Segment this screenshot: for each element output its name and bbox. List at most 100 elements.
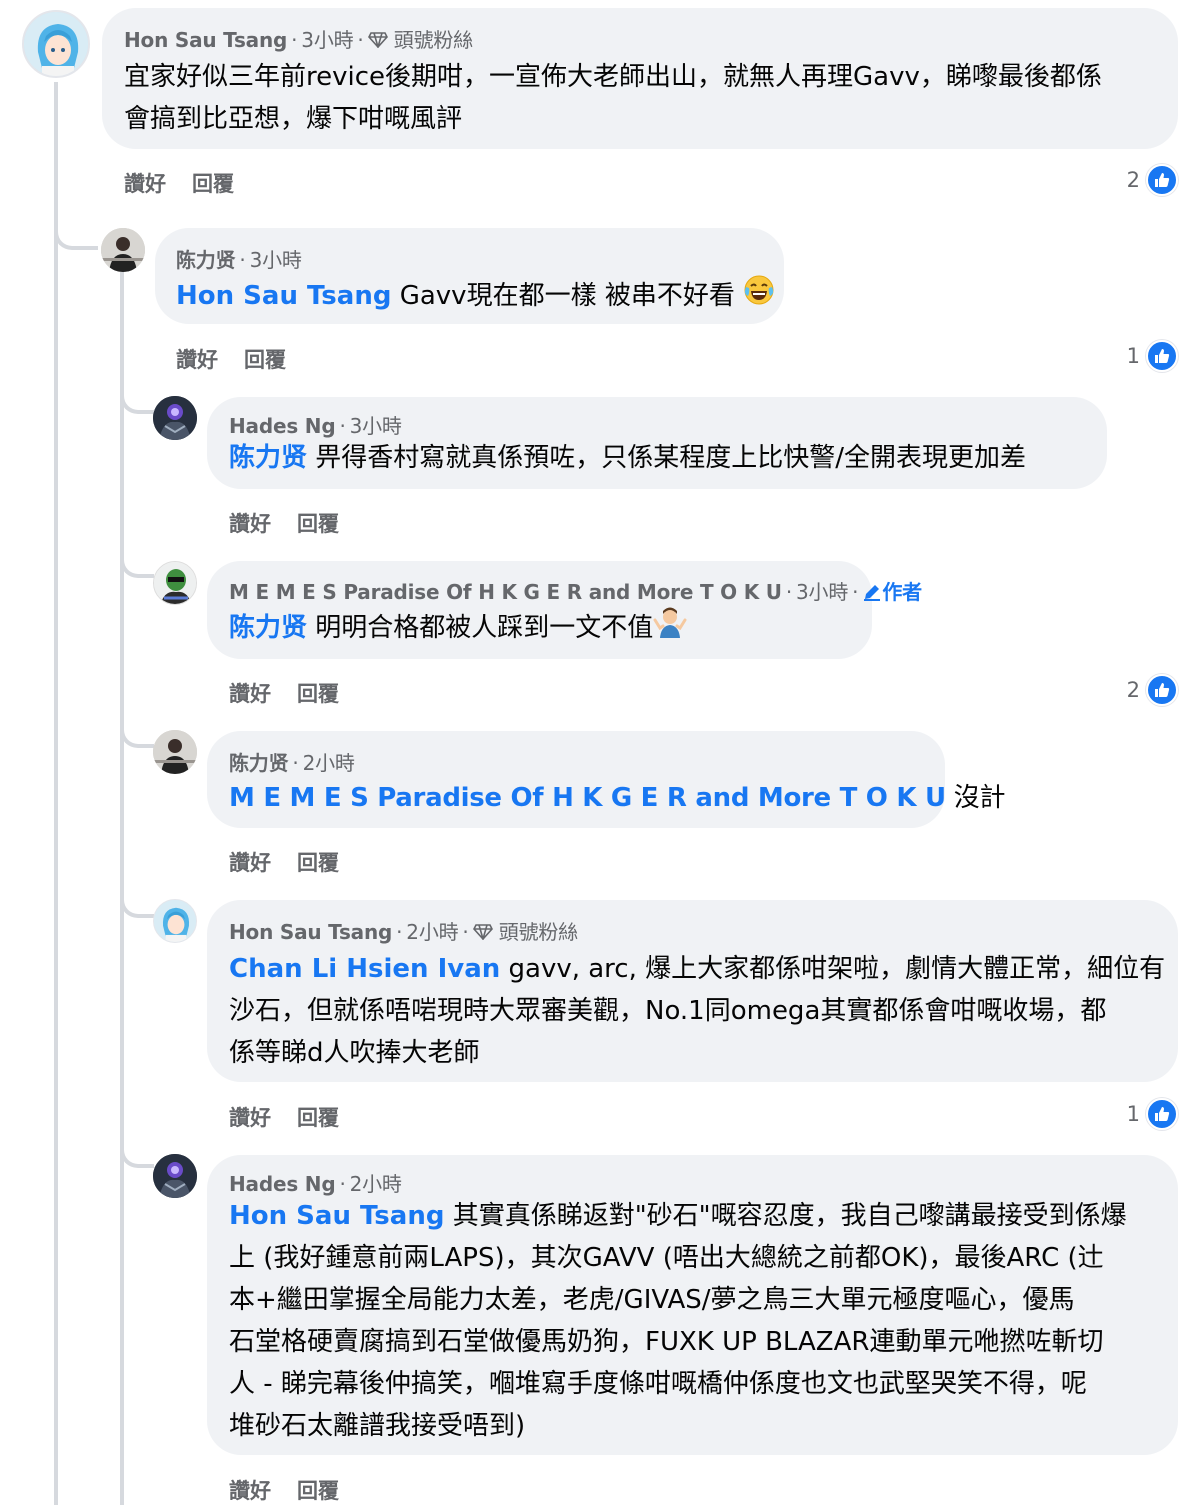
avatar[interactable]	[153, 730, 197, 774]
comment-text: M E M E S Paradise Of H K G E R and More…	[229, 777, 1005, 819]
avatar[interactable]	[22, 10, 90, 78]
reply-button[interactable]: 回覆	[297, 847, 339, 877]
comment-line: 本+繼田掌握全局能力太差，老虎/GIVAS/夢之鳥三大單元極度嘔心，優馬	[229, 1285, 1075, 1315]
reaction-number: 1	[1126, 1102, 1140, 1126]
thread-connector	[120, 896, 154, 918]
comment-text: Hon Sau Tsang Gavv現在都一樣 被串不好看	[176, 274, 775, 319]
avatar[interactable]	[153, 1154, 197, 1198]
comment-text: Hon Sau Tsang 其實真係睇返對"砂石"嘅容忍度，我自己嚟講最接受到係…	[229, 1195, 1174, 1447]
author-name[interactable]: M E M E S Paradise Of H K G E R and More…	[229, 580, 782, 604]
timestamp[interactable]: 3小時	[796, 580, 848, 604]
reply-button[interactable]: 回覆	[297, 508, 339, 538]
author-name[interactable]: Hon Sau Tsang	[229, 920, 392, 944]
comment-actions: 讚好 回覆	[229, 847, 365, 877]
thread-connector	[120, 392, 154, 414]
thread-connector	[54, 228, 98, 250]
comment-line: 畀得香村寫就真係預咗，只係某程度上比快警/全開表現更加差	[307, 443, 1027, 473]
comment-meta: Hades Ng · 3小時	[229, 414, 402, 438]
like-button[interactable]: 讚好	[229, 678, 271, 708]
reaction-count[interactable]: 2	[1127, 674, 1178, 706]
mention-link[interactable]: 陈力贤	[229, 443, 307, 473]
comment-line: 人 - 睇完幕後仲搞笑，嗰堆寫手度條咁嘅橋仲係度也文也武堅哭笑不得，呢	[229, 1369, 1087, 1399]
like-icon	[1146, 340, 1178, 372]
reply-button[interactable]: 回覆	[297, 1102, 339, 1132]
comment-actions: 讚好 回覆	[229, 1102, 365, 1132]
comment-text: 宜家好似三年前revice後期咁，一宣佈大老師出山，就無人再理Gavv，睇嚟最後…	[124, 56, 1174, 140]
comment-text: 陈力贤 畀得香村寫就真係預咗，只係某程度上比快警/全開表現更加差	[229, 437, 1026, 479]
comment-line: 沙石，但就係唔啱現時大眾審美觀，No.1同omega其實都係會咁嘅收場，都	[229, 996, 1107, 1026]
reaction-count[interactable]: 2	[1127, 164, 1178, 196]
reply-button[interactable]: 回覆	[192, 168, 234, 198]
comment-line: 會搞到比亞想，爆下咁嘅風評	[124, 104, 463, 134]
pencil-icon	[862, 580, 882, 604]
like-button[interactable]: 讚好	[124, 168, 166, 198]
author-name[interactable]: Hades Ng	[229, 414, 336, 438]
timestamp[interactable]: 3小時	[250, 248, 302, 272]
reaction-number: 2	[1126, 168, 1140, 192]
comment-line: 係等睇d人吹捧大老師	[229, 1038, 480, 1068]
author-name[interactable]: 陈力贤	[229, 751, 289, 775]
timestamp[interactable]: 2小時	[303, 751, 355, 775]
comment-line: 其實真係睇返對"砂石"嘅容忍度，我自己嚟講最接受到係爆	[444, 1201, 1127, 1231]
author-name[interactable]: 陈力贤	[176, 248, 236, 272]
author-name[interactable]: Hon Sau Tsang	[124, 28, 287, 52]
mention-link[interactable]: Hon Sau Tsang	[229, 1201, 444, 1231]
reaction-count[interactable]: 1	[1127, 1098, 1178, 1130]
comment-text: 陈力贤 明明合格都被人踩到一文不值	[229, 606, 687, 651]
comment-actions: 讚好 回覆	[229, 508, 365, 538]
comment-line: Gavv現在都一樣 被串不好看	[391, 281, 744, 311]
comment-actions: 讚好 回覆	[229, 678, 365, 708]
comment-actions: 讚好 回覆	[124, 168, 260, 198]
comment-line: 堆砂石太離譜我接受唔到)	[229, 1411, 526, 1441]
reply-button[interactable]: 回覆	[297, 678, 339, 708]
like-button[interactable]: 讚好	[229, 1102, 271, 1132]
thread-line-replies	[120, 272, 124, 1505]
reaction-number: 2	[1126, 678, 1140, 702]
thread-connector	[120, 1146, 154, 1168]
comment-line: gavv, arc, 爆上大家都係咁架啦，劇情大體正常，細位有	[500, 954, 1166, 984]
top-fan-badge: 頭號粉絲	[393, 28, 473, 52]
comment-meta: 陈力贤 · 3小時	[176, 248, 302, 272]
like-button[interactable]: 讚好	[176, 344, 218, 374]
timestamp[interactable]: 2小時	[350, 1172, 402, 1196]
comment-meta: Hon Sau Tsang · 2小時 · 頭號粉絲	[229, 920, 578, 944]
reply-button[interactable]: 回覆	[244, 344, 286, 374]
like-button[interactable]: 讚好	[229, 847, 271, 877]
comment-line: 沒計	[945, 783, 1006, 813]
avatar[interactable]	[153, 396, 197, 440]
thread-connector	[120, 556, 154, 578]
mention-link[interactable]: M E M E S Paradise Of H K G E R and More…	[229, 783, 946, 813]
timestamp[interactable]: 3小時	[301, 28, 353, 52]
timestamp[interactable]: 3小時	[350, 414, 402, 438]
thread-connector	[120, 726, 154, 748]
diamond-icon	[472, 920, 493, 944]
avatar[interactable]	[153, 899, 197, 943]
author-badge: 作者	[882, 580, 922, 604]
diamond-icon	[367, 28, 388, 52]
timestamp[interactable]: 2小時	[406, 920, 458, 944]
laughing-crying-emoji	[743, 274, 775, 319]
author-name[interactable]: Hades Ng	[229, 1172, 336, 1196]
top-fan-badge: 頭號粉絲	[498, 920, 578, 944]
like-icon	[1146, 674, 1178, 706]
mention-link[interactable]: 陈力贤	[229, 613, 307, 643]
like-icon	[1146, 164, 1178, 196]
avatar[interactable]	[101, 228, 145, 272]
mention-link[interactable]: Chan Li Hsien Ivan	[229, 954, 500, 984]
reply-button[interactable]: 回覆	[297, 1475, 339, 1505]
avatar[interactable]	[153, 561, 197, 605]
reaction-number: 1	[1126, 344, 1140, 368]
shrugging-person-emoji	[653, 606, 687, 651]
comment-meta: Hon Sau Tsang · 3小時 · 頭號粉絲	[124, 28, 473, 52]
like-button[interactable]: 讚好	[229, 508, 271, 538]
comment-text: Chan Li Hsien Ivan gavv, arc, 爆上大家都係咁架啦，…	[229, 948, 1174, 1074]
comment-meta: M E M E S Paradise Of H K G E R and More…	[229, 580, 922, 604]
comment-line: 明明合格都被人踩到一文不值	[307, 613, 654, 643]
comment-actions: 讚好 回覆	[229, 1475, 365, 1505]
reaction-count[interactable]: 1	[1127, 340, 1178, 372]
like-button[interactable]: 讚好	[229, 1475, 271, 1505]
comment-line: 宜家好似三年前revice後期咁，一宣佈大老師出山，就無人再理Gavv，睇嚟最後…	[124, 62, 1102, 92]
mention-link[interactable]: Hon Sau Tsang	[176, 281, 391, 311]
comment-line: 上 (我好鍾意前兩LAPS)，其次GAVV (唔出大總統之前都OK)，最後ARC…	[229, 1243, 1104, 1273]
comment-meta: 陈力贤 · 2小時	[229, 751, 355, 775]
